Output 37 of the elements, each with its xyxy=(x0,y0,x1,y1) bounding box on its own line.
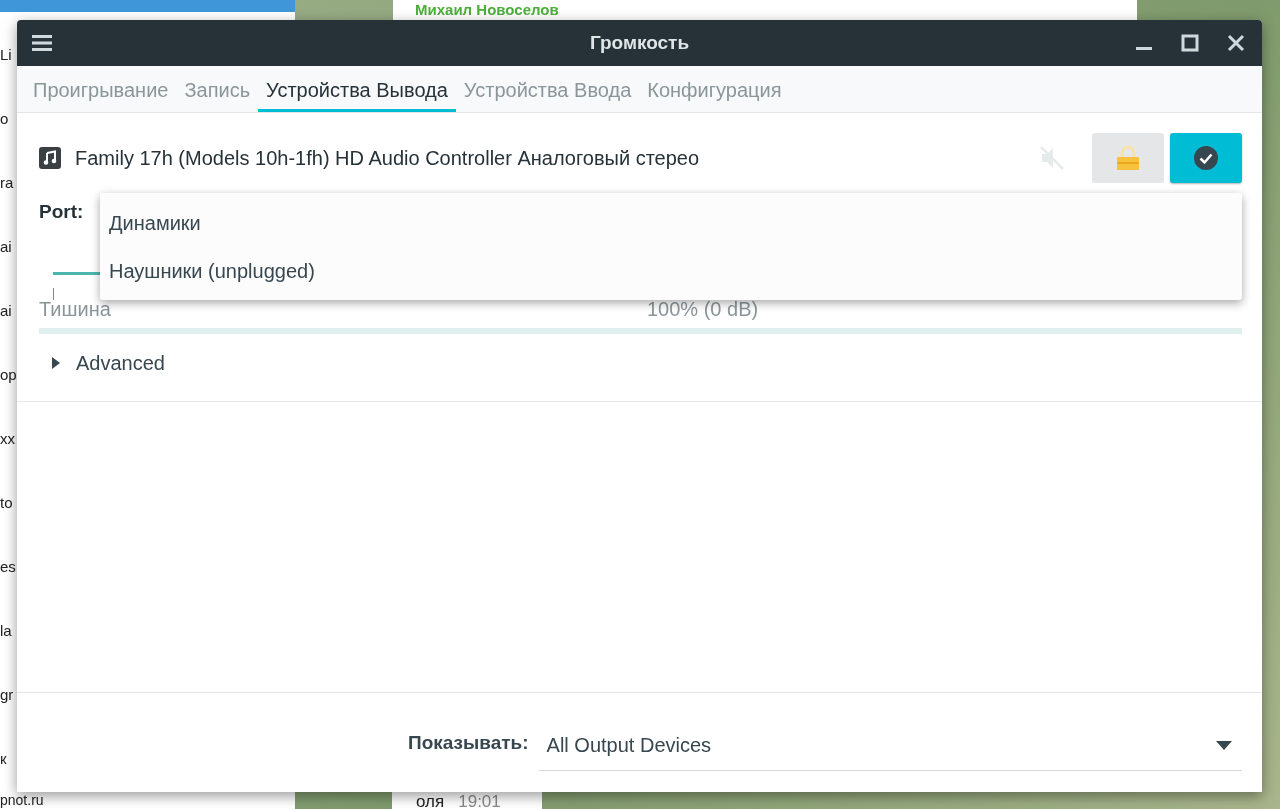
tab[interactable]: Устройства Вывода xyxy=(258,66,456,112)
music-note-icon xyxy=(39,147,61,169)
chat-list-item[interactable]: ai xyxy=(0,301,12,321)
maximize-icon[interactable] xyxy=(1181,34,1199,52)
chat-list-item[interactable]: es xyxy=(0,557,16,577)
device-name: Family 17h (Models 10h-1fh) HD Audio Controller Аналоговый стерео xyxy=(75,146,701,170)
close-icon[interactable] xyxy=(1227,34,1245,52)
chat-list-item[interactable]: to xyxy=(0,493,13,513)
slider-mark-label: 100% (0 dB) xyxy=(647,298,759,321)
chat-list-item[interactable]: op xyxy=(0,365,17,385)
port-menu-item[interactable]: Наушники (unplugged) xyxy=(100,247,1242,295)
caret-icon xyxy=(1216,740,1232,750)
chat-list-item[interactable]: к xyxy=(0,749,7,769)
slider-mark-label: Тишина xyxy=(39,298,111,321)
chat-list-item[interactable]: Li xyxy=(0,45,12,65)
chat-list-item[interactable]: pnot.ru xyxy=(0,793,44,808)
port-label: Port: xyxy=(39,201,84,223)
chat-list-item[interactable]: la xyxy=(0,621,12,641)
chat-list-item[interactable]: ai xyxy=(0,237,12,257)
chat-list-item[interactable]: о xyxy=(0,109,9,129)
chat-list-item[interactable]: gr xyxy=(0,685,14,705)
message-text: оля xyxy=(416,792,445,809)
sender-name: Михаил Новоселов xyxy=(415,1,559,18)
advanced-label[interactable]: Advanced xyxy=(76,351,165,375)
device-filter-dropdown[interactable]: All Output Devices xyxy=(538,720,1242,771)
menu-icon[interactable] xyxy=(32,34,52,52)
slider-tick xyxy=(53,288,54,300)
show-label: Показывать: xyxy=(408,731,529,754)
message-time: 19:01 xyxy=(458,792,501,809)
port-menu-item[interactable]: Динамики xyxy=(100,199,1242,247)
set-default-button[interactable] xyxy=(1170,133,1242,183)
check-circle-icon xyxy=(1194,146,1218,170)
window-title: Громкость xyxy=(589,32,690,54)
chat-list-item[interactable]: ra xyxy=(0,173,14,193)
chat-list-item[interactable]: xx xyxy=(0,429,15,449)
lock-icon xyxy=(1116,145,1140,171)
expander-arrow-icon[interactable] xyxy=(51,356,61,370)
